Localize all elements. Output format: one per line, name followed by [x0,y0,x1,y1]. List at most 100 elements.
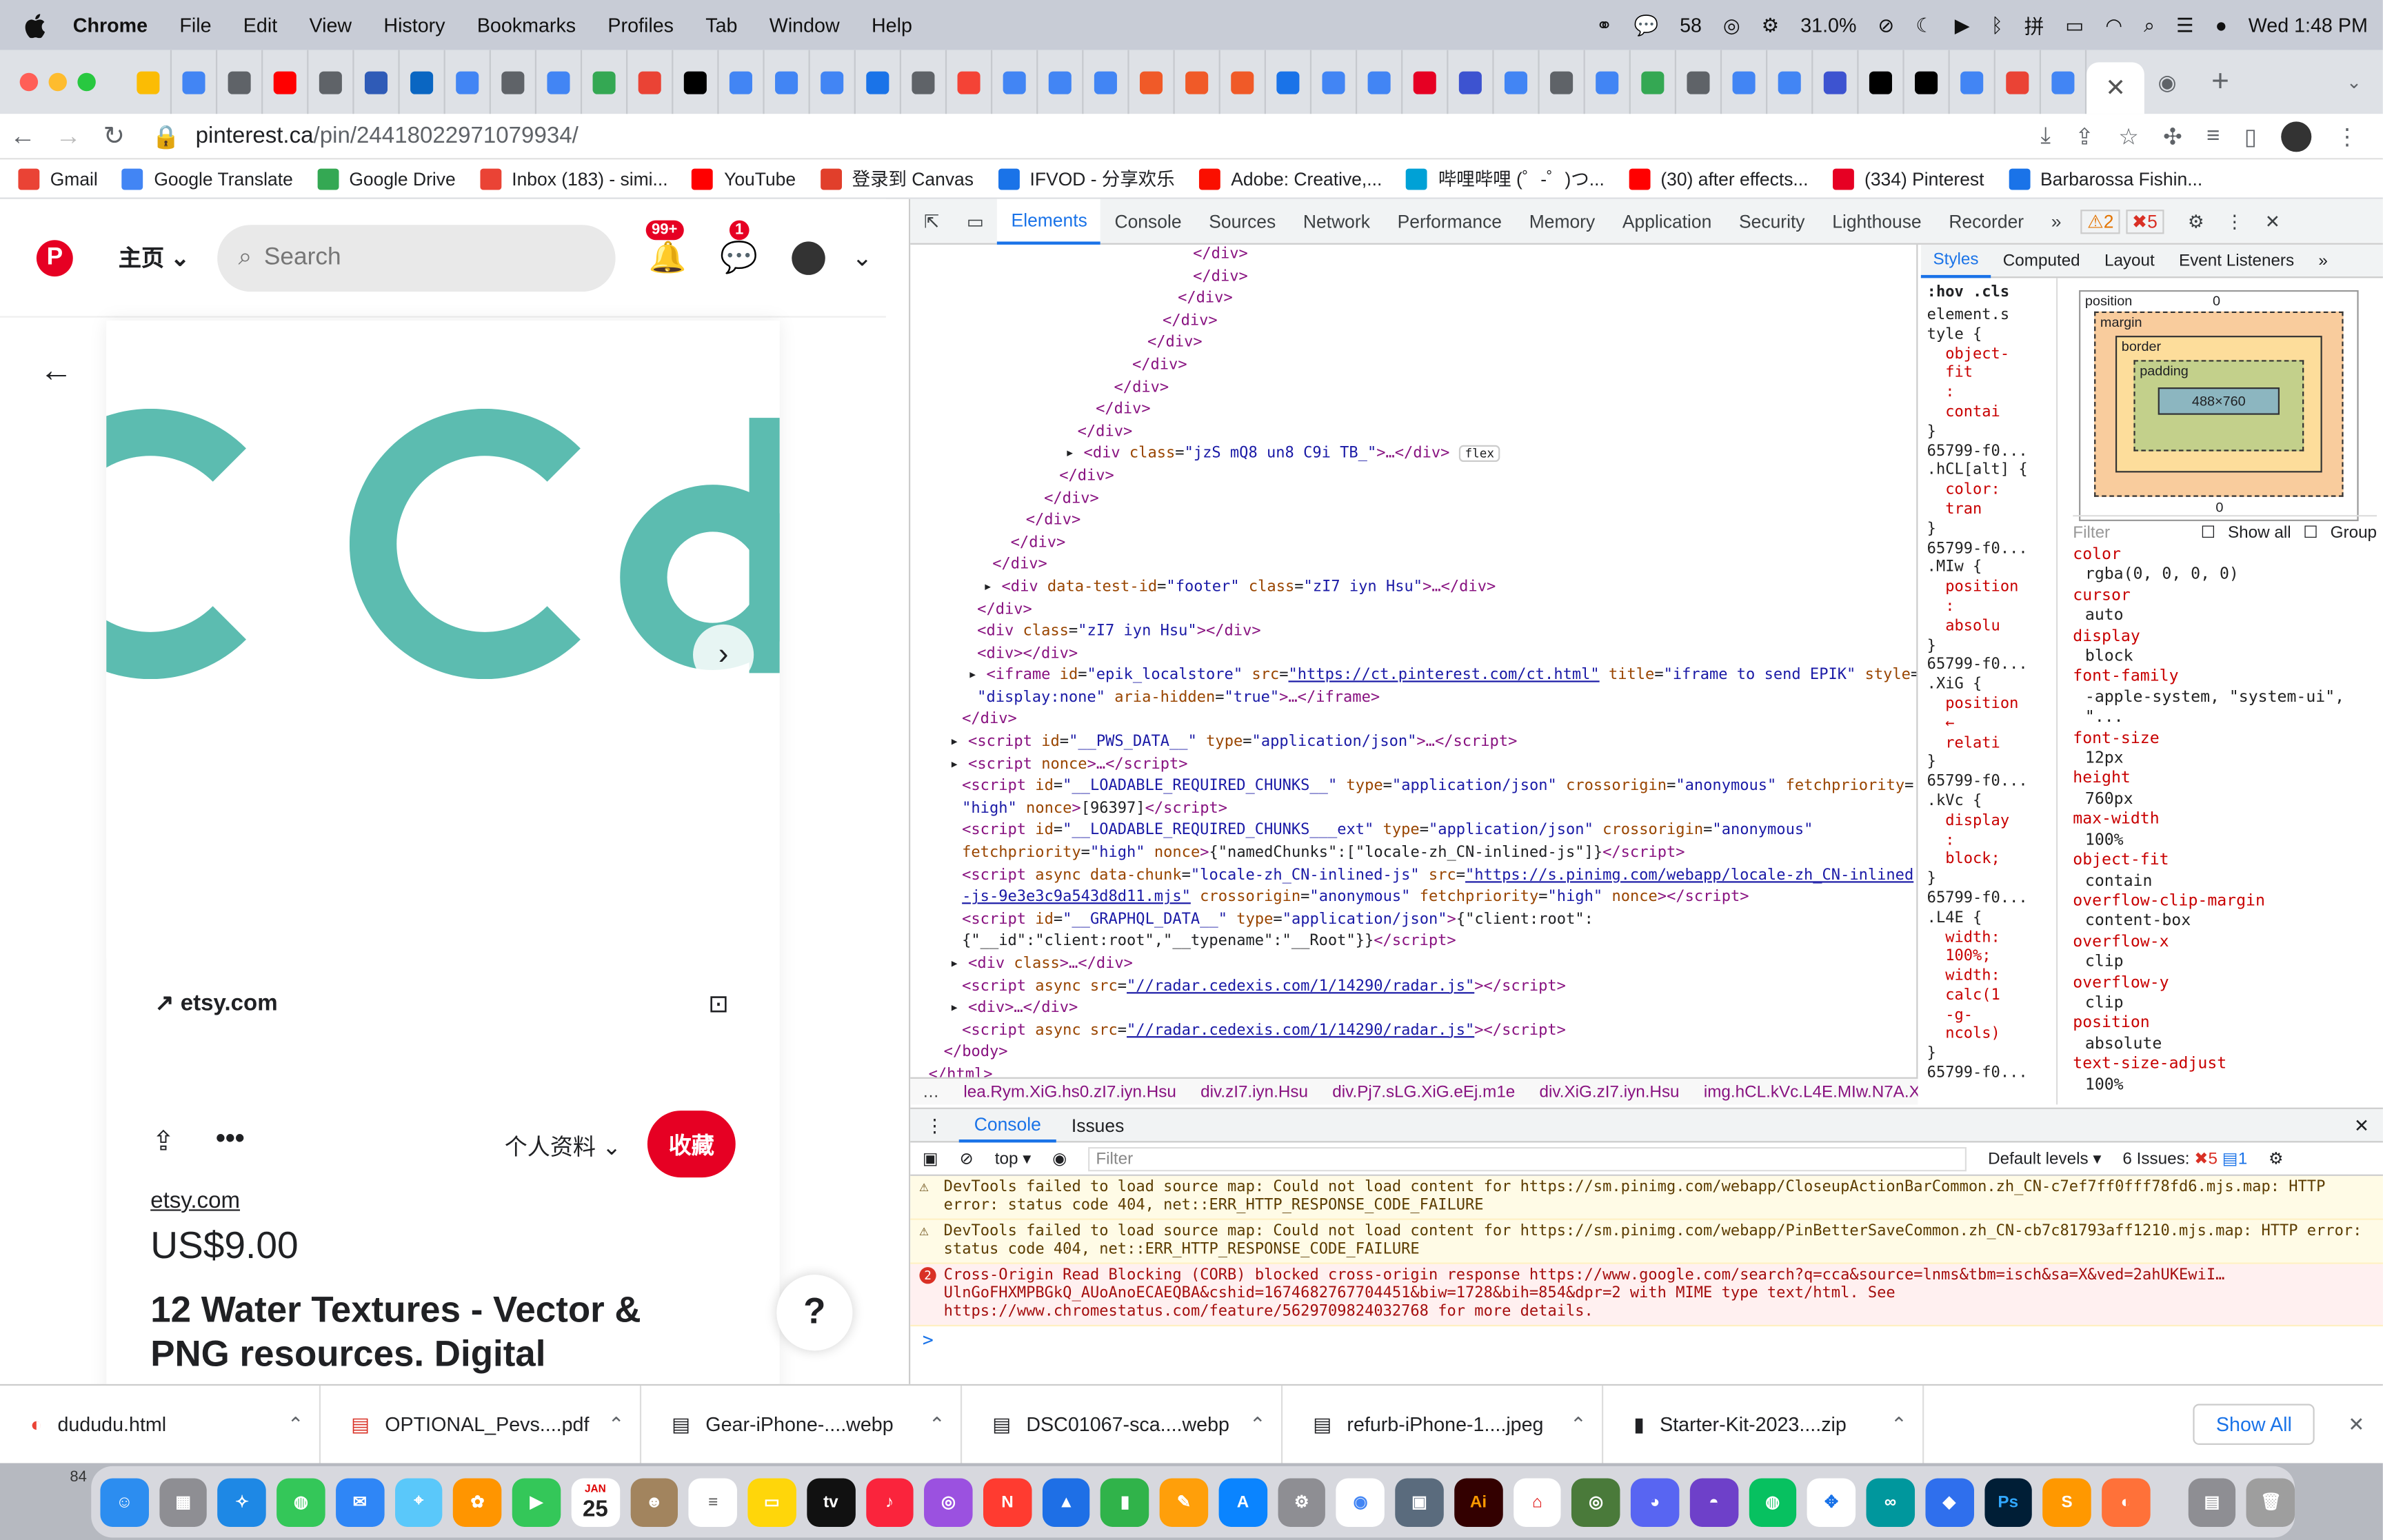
maps-icon[interactable]: ⌖ [394,1477,443,1526]
breadcrumb-item[interactable]: lea.Rym.XiG.hs0.zI7.iyn.Hsu [963,1082,1176,1100]
tab-layout[interactable]: Layout [2092,252,2166,270]
eye-icon[interactable]: ◉ [1052,1148,1067,1168]
tab-favicon[interactable] [536,50,583,114]
download-item[interactable]: ◐ dududu.html ⌃ [0,1384,321,1464]
show-all-checkbox[interactable]: ☐ [2201,523,2216,542]
download-item[interactable]: ▤ refurb-iPhone-1....jpeg ⌃ [1283,1384,1604,1464]
computed-property-name[interactable]: cursor [2073,586,2377,607]
more-tabs-icon[interactable]: » [2038,199,2075,244]
apple-icon[interactable] [24,13,46,37]
issues-button[interactable]: 6 Issues: ✖5 ▤1 [2122,1148,2247,1168]
pinterest-logo-icon[interactable]: P [36,239,73,276]
bluetooth-icon[interactable]: ᛒ [1991,14,2003,37]
search-input[interactable]: ⌕ Search [217,224,616,292]
console-warning-message[interactable]: ⚠ DevTools failed to load source map: Cou… [910,1219,2383,1264]
bookmark-item[interactable]: (30) after effects... [1629,168,1808,190]
pin-image[interactable]: › [106,321,780,959]
preview-icon[interactable]: ▣ [1395,1477,1444,1526]
tab-favicon[interactable] [172,50,218,114]
tab-application[interactable]: Application [1609,199,1725,244]
hov-cls-toggle[interactable]: :hov .cls [1927,284,2056,301]
computed-property-name[interactable]: position [2073,1014,2377,1035]
bookmark-item[interactable]: Adobe: Creative,... [1198,168,1382,190]
chevron-up-icon[interactable]: ⌃ [1570,1412,1587,1437]
tab-favicon[interactable] [627,50,674,114]
warning-count-badge[interactable]: ⚠2 [2081,209,2120,234]
spotlight-icon[interactable]: ⌕ [2144,13,2155,37]
chevron-up-icon[interactable]: ⌃ [929,1412,945,1437]
menu-profiles[interactable]: Profiles [607,14,674,37]
tab-favicon[interactable] [354,50,400,114]
computed-property-name[interactable]: font-size [2073,729,2377,749]
mute-icon[interactable]: ⊘ [1878,13,1894,37]
play-icon[interactable]: ▶ [1955,13,1970,37]
tab-favicon[interactable] [1631,50,1677,114]
tab-favicon[interactable] [1220,50,1266,114]
source-text-link[interactable]: etsy.com [150,1188,240,1214]
arduino-icon[interactable]: ∞ [1866,1477,1915,1526]
chevron-up-icon[interactable]: ⌃ [288,1412,304,1437]
tab-favicon[interactable] [1175,50,1220,114]
tab-console-drawer[interactable]: Console [958,1108,1056,1142]
device-toolbar-icon[interactable]: ▭ [953,199,998,244]
tab-favicon[interactable] [1266,50,1312,114]
console-settings-icon[interactable]: ⚙ [2269,1148,2284,1168]
tab-favicon[interactable] [491,50,537,114]
minimize-window-button[interactable] [48,72,67,92]
photos-icon[interactable]: ✿ [453,1477,502,1526]
news-icon[interactable]: N [983,1477,1032,1526]
tab-styles[interactable]: Styles [1920,244,1991,278]
side-panel-icon[interactable]: ▯ [2244,122,2257,150]
computed-property-name[interactable]: max-width [2073,810,2377,831]
firefox-icon[interactable]: ◐ [2102,1477,2151,1526]
back-arrow-icon[interactable]: ← [39,351,72,390]
tab-favicon[interactable] [1494,50,1540,114]
tab-favicon[interactable] [810,50,856,114]
install-icon[interactable]: ⤓ [2040,123,2051,149]
tab-favicon[interactable] [947,50,993,114]
tab-network[interactable]: Network [1289,199,1384,244]
share-icon[interactable]: ⇪ [152,1126,174,1157]
messages-app-icon[interactable]: ◍ [276,1477,325,1526]
tab-favicon[interactable] [1813,50,1859,114]
messages-icon[interactable]: 💬 1 [720,220,758,276]
wechat-icon[interactable]: 💬 [1634,13,1659,37]
save-button[interactable]: 收藏 [647,1111,736,1178]
bookmark-item[interactable]: Barbarossa Fishin... [2008,168,2202,190]
siri-icon[interactable]: ● [2215,14,2227,37]
tab-favicon[interactable] [263,50,309,114]
close-downloads-icon[interactable]: ✕ [2348,1412,2364,1437]
back-icon[interactable]: ← [0,121,46,151]
illustrator-icon[interactable]: Ai [1454,1477,1502,1526]
breadcrumb-item[interactable]: div.zI7.iyn.Hsu [1200,1082,1308,1100]
console-filter-input[interactable]: Filter [1088,1146,1967,1171]
log-levels-select[interactable]: Default levels ▾ [1988,1148,2101,1168]
download-item[interactable]: ▤ Gear-iPhone-....webp ⌃ [641,1384,963,1464]
tab-favicon[interactable] [1357,50,1403,114]
computed-property-name[interactable]: display [2073,627,2377,647]
drawer-menu-icon[interactable]: ⋮ [910,1115,959,1136]
control-center-icon[interactable]: ☰ [2176,13,2194,37]
tab-recorder[interactable]: Recorder [1935,199,2037,244]
show-all-downloads-button[interactable]: Show All [2193,1404,2315,1446]
new-tab-button[interactable]: + [2190,65,2251,100]
bookmark-item[interactable]: Inbox (183) - simi... [479,168,668,190]
wifi-icon[interactable]: ◠ [2105,13,2122,37]
apple-tv-icon[interactable]: tv [806,1477,855,1526]
tab-memory[interactable]: Memory [1516,199,1609,244]
close-drawer-icon[interactable]: ✕ [2339,1115,2383,1136]
system-settings-icon[interactable]: ⚙ [1277,1477,1326,1526]
tab-favicon[interactable] [1311,50,1358,114]
extensions-icon[interactable]: ✣ [2163,122,2182,150]
avatar[interactable] [791,241,825,274]
computed-property-name[interactable]: color [2073,545,2377,566]
mail-icon[interactable]: ✉ [335,1477,384,1526]
sublime-text-icon[interactable]: S [2042,1477,2091,1526]
inspect-element-icon[interactable]: ⇱ [910,199,953,244]
tab-favicon[interactable] [1722,50,1768,114]
breadcrumb-ellipsis[interactable]: … [923,1082,939,1100]
tab-favicon[interactable] [1402,50,1449,114]
menu-tab[interactable]: Tab [705,14,737,37]
cpu-gear-icon[interactable]: ⚙ [1762,13,1780,37]
input-method-icon[interactable]: 拼 [2024,10,2044,39]
